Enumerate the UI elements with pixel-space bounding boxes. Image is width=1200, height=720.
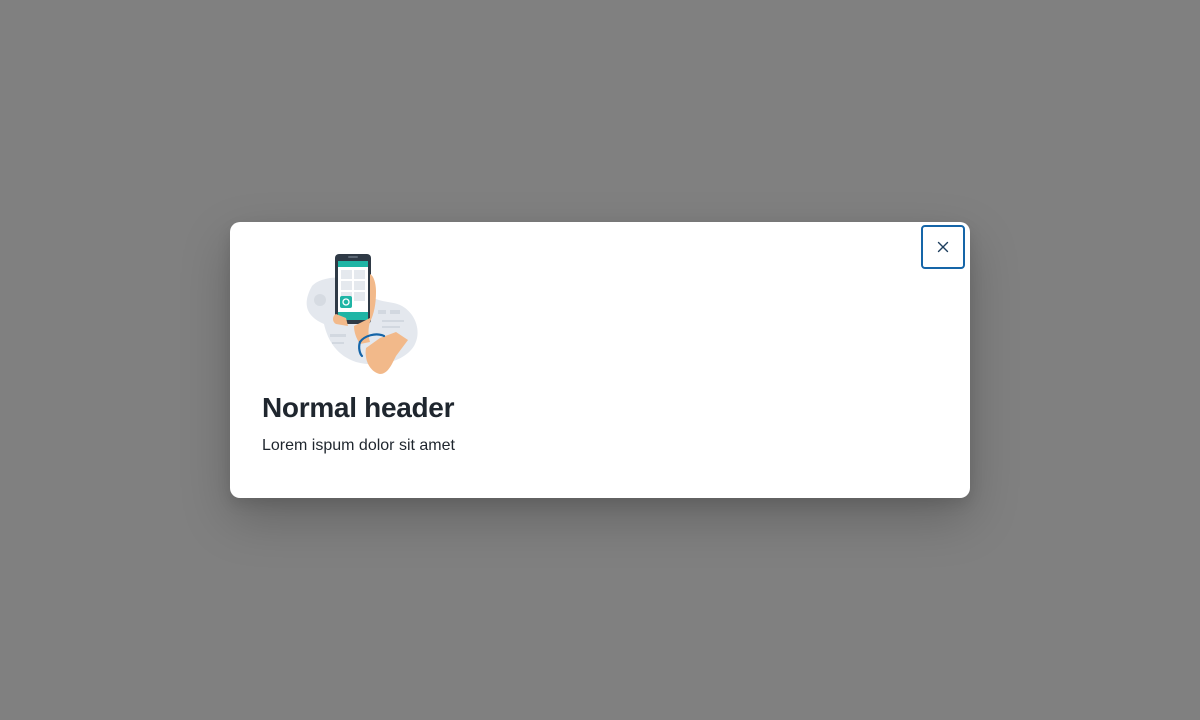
close-icon bbox=[937, 241, 949, 253]
hand-holding-phone-illustration bbox=[306, 254, 418, 374]
modal-dialog: Normal header Lorem ispum dolor sit amet bbox=[230, 222, 970, 498]
close-button[interactable] bbox=[921, 225, 965, 269]
modal-title: Normal header bbox=[262, 392, 455, 423]
modal-body-text: Lorem ispum dolor sit amet bbox=[262, 437, 455, 454]
